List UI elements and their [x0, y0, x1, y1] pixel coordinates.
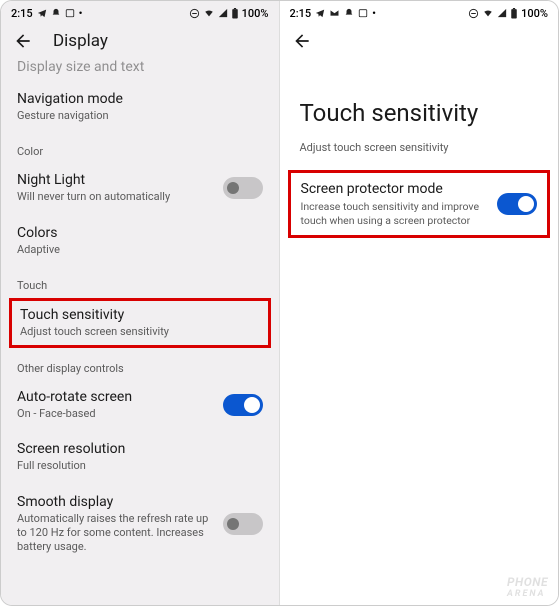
colors-title: Colors: [17, 225, 263, 241]
page-desc: Adjust touch screen sensitivity: [280, 141, 559, 170]
night-light-sub: Will never turn on automatically: [17, 190, 213, 204]
battery-icon: [231, 8, 239, 19]
back-button[interactable]: [292, 31, 312, 51]
colors-sub: Adaptive: [17, 243, 263, 257]
status-bar-right: 2:15 • 100%: [280, 1, 559, 23]
phone-right: 2:15 • 100% Touch sensitivity Adjust tou…: [280, 1, 559, 605]
resolution-title: Screen resolution: [17, 441, 263, 457]
page-title: Touch sensitivity: [280, 59, 559, 141]
wifi-icon: [203, 8, 215, 18]
back-button[interactable]: [13, 31, 33, 51]
telegram-icon: [37, 8, 47, 18]
autorotate-row[interactable]: Auto-rotate screen On - Face-based: [1, 379, 279, 431]
signal-icon: [218, 8, 228, 18]
calendar-icon: [358, 8, 368, 18]
wifi-icon: [482, 8, 494, 18]
calendar-icon: [65, 8, 75, 18]
telegram-icon: [315, 8, 325, 18]
header-right: [280, 23, 559, 59]
dot-icon: •: [79, 7, 83, 20]
battery-icon: [510, 8, 518, 19]
status-time: 2:15: [290, 7, 312, 20]
bell-icon: [344, 8, 354, 18]
touch-sub: Adjust touch screen sensitivity: [20, 325, 260, 339]
autorotate-sub: On - Face-based: [17, 407, 213, 421]
battery-pct: 100%: [521, 7, 548, 20]
watermark: Phone Arena: [507, 575, 548, 599]
screen-protector-row[interactable]: Screen protector mode Increase touch sen…: [288, 170, 551, 238]
watermark-line2: Arena: [507, 589, 548, 599]
night-light-toggle[interactable]: [223, 177, 263, 199]
touch-title: Touch sensitivity: [20, 307, 260, 323]
nav-mode-sub: Gesture navigation: [17, 109, 263, 123]
battery-pct: 100%: [242, 7, 269, 20]
resolution-row[interactable]: Screen resolution Full resolution: [1, 431, 279, 483]
smooth-toggle[interactable]: [223, 513, 263, 535]
protector-title: Screen protector mode: [301, 181, 490, 197]
status-bar-left: 2:15 • 100%: [1, 1, 279, 23]
section-color: Color: [1, 133, 279, 162]
autorotate-title: Auto-rotate screen: [17, 389, 213, 405]
signal-icon: [497, 8, 507, 18]
nav-mode-row[interactable]: Navigation mode Gesture navigation: [1, 81, 279, 133]
page-title: Display: [53, 31, 108, 51]
colors-row[interactable]: Colors Adaptive: [1, 215, 279, 267]
dot-icon: •: [372, 7, 376, 20]
section-other: Other display controls: [1, 350, 279, 379]
night-light-row[interactable]: Night Light Will never turn on automatic…: [1, 162, 279, 214]
truncated-row[interactable]: Display size and text: [1, 59, 279, 81]
section-touch: Touch: [1, 267, 279, 296]
dnd-icon: [189, 8, 200, 19]
watermark-line1: Phone: [507, 575, 548, 589]
smooth-title: Smooth display: [17, 494, 213, 510]
protector-toggle[interactable]: [497, 193, 537, 215]
bell-icon: [51, 8, 61, 18]
resolution-sub: Full resolution: [17, 459, 263, 473]
mail-icon: [329, 8, 340, 18]
dnd-icon: [468, 8, 479, 19]
smooth-row[interactable]: Smooth display Automatically raises the …: [1, 484, 279, 565]
header-left: Display: [1, 23, 279, 59]
smooth-sub: Automatically raises the refresh rate up…: [17, 512, 213, 555]
protector-sub: Increase touch sensitivity and improve t…: [301, 200, 490, 227]
nav-mode-title: Navigation mode: [17, 91, 263, 107]
night-light-title: Night Light: [17, 172, 213, 188]
status-time: 2:15: [11, 7, 33, 20]
touch-sensitivity-row[interactable]: Touch sensitivity Adjust touch screen se…: [9, 298, 271, 348]
autorotate-toggle[interactable]: [223, 394, 263, 416]
phone-left: 2:15 • 100% Display Display size and tex…: [1, 1, 280, 605]
